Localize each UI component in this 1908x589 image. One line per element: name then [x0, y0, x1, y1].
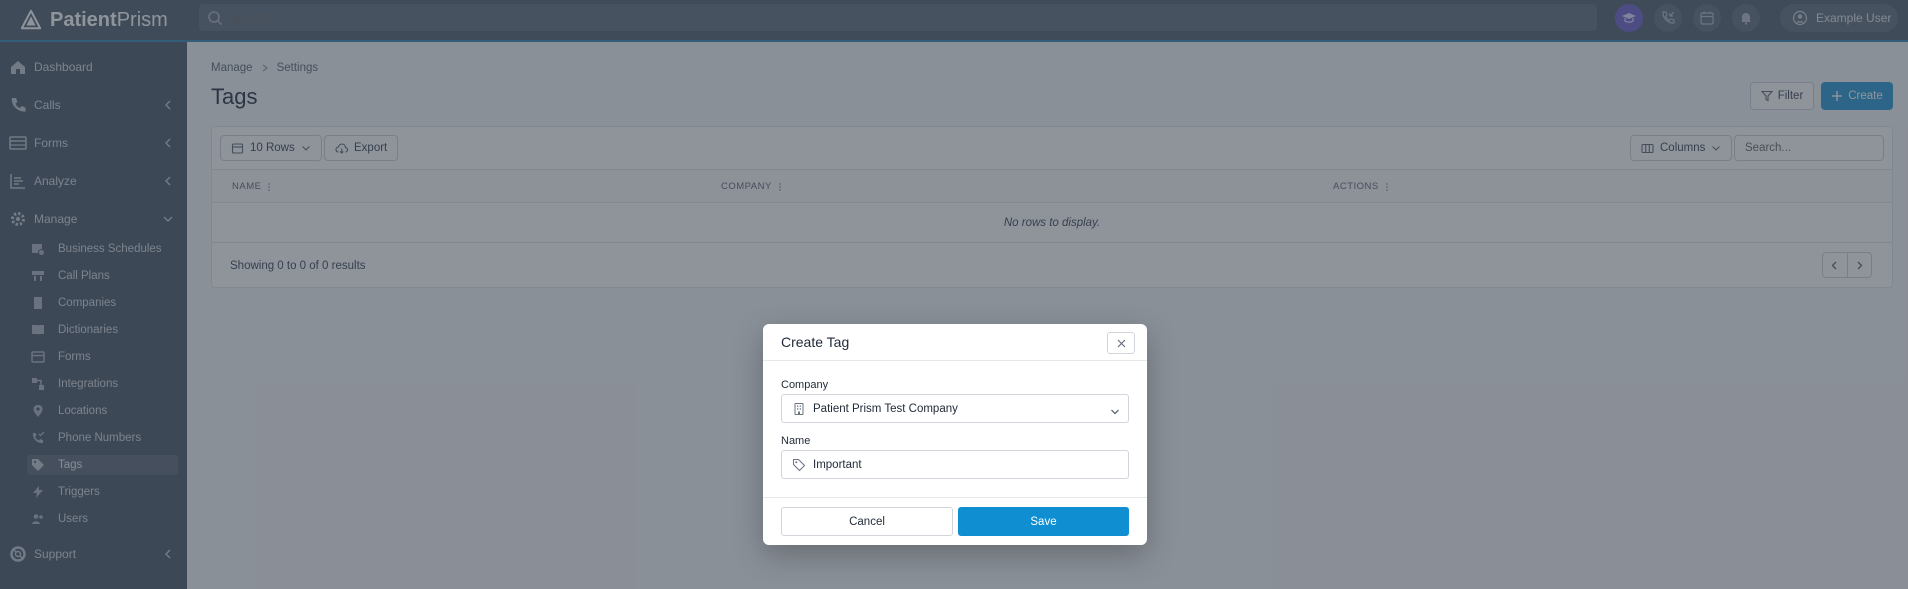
cancel-button[interactable]: Cancel	[781, 507, 953, 536]
name-input[interactable]: Important	[781, 450, 1129, 479]
company-select-value: Patient Prism Test Company	[813, 402, 958, 415]
create-tag-dialog: Create Tag Company Patient Prism Test Co…	[763, 324, 1147, 545]
close-dialog-button[interactable]	[1107, 332, 1135, 354]
name-label: Name	[781, 435, 811, 447]
save-button[interactable]: Save	[958, 507, 1129, 536]
company-label: Company	[781, 379, 829, 391]
dialog-footer-divider	[763, 497, 1147, 498]
building-icon	[792, 402, 806, 416]
dialog-title: Create Tag	[781, 334, 850, 350]
chevron-down-icon	[1110, 404, 1120, 415]
tag-icon	[792, 458, 806, 472]
dialog-header: Create Tag	[763, 324, 1147, 361]
close-icon	[1117, 339, 1125, 347]
company-select[interactable]: Patient Prism Test Company	[781, 394, 1129, 423]
name-input-value: Important	[813, 458, 862, 471]
